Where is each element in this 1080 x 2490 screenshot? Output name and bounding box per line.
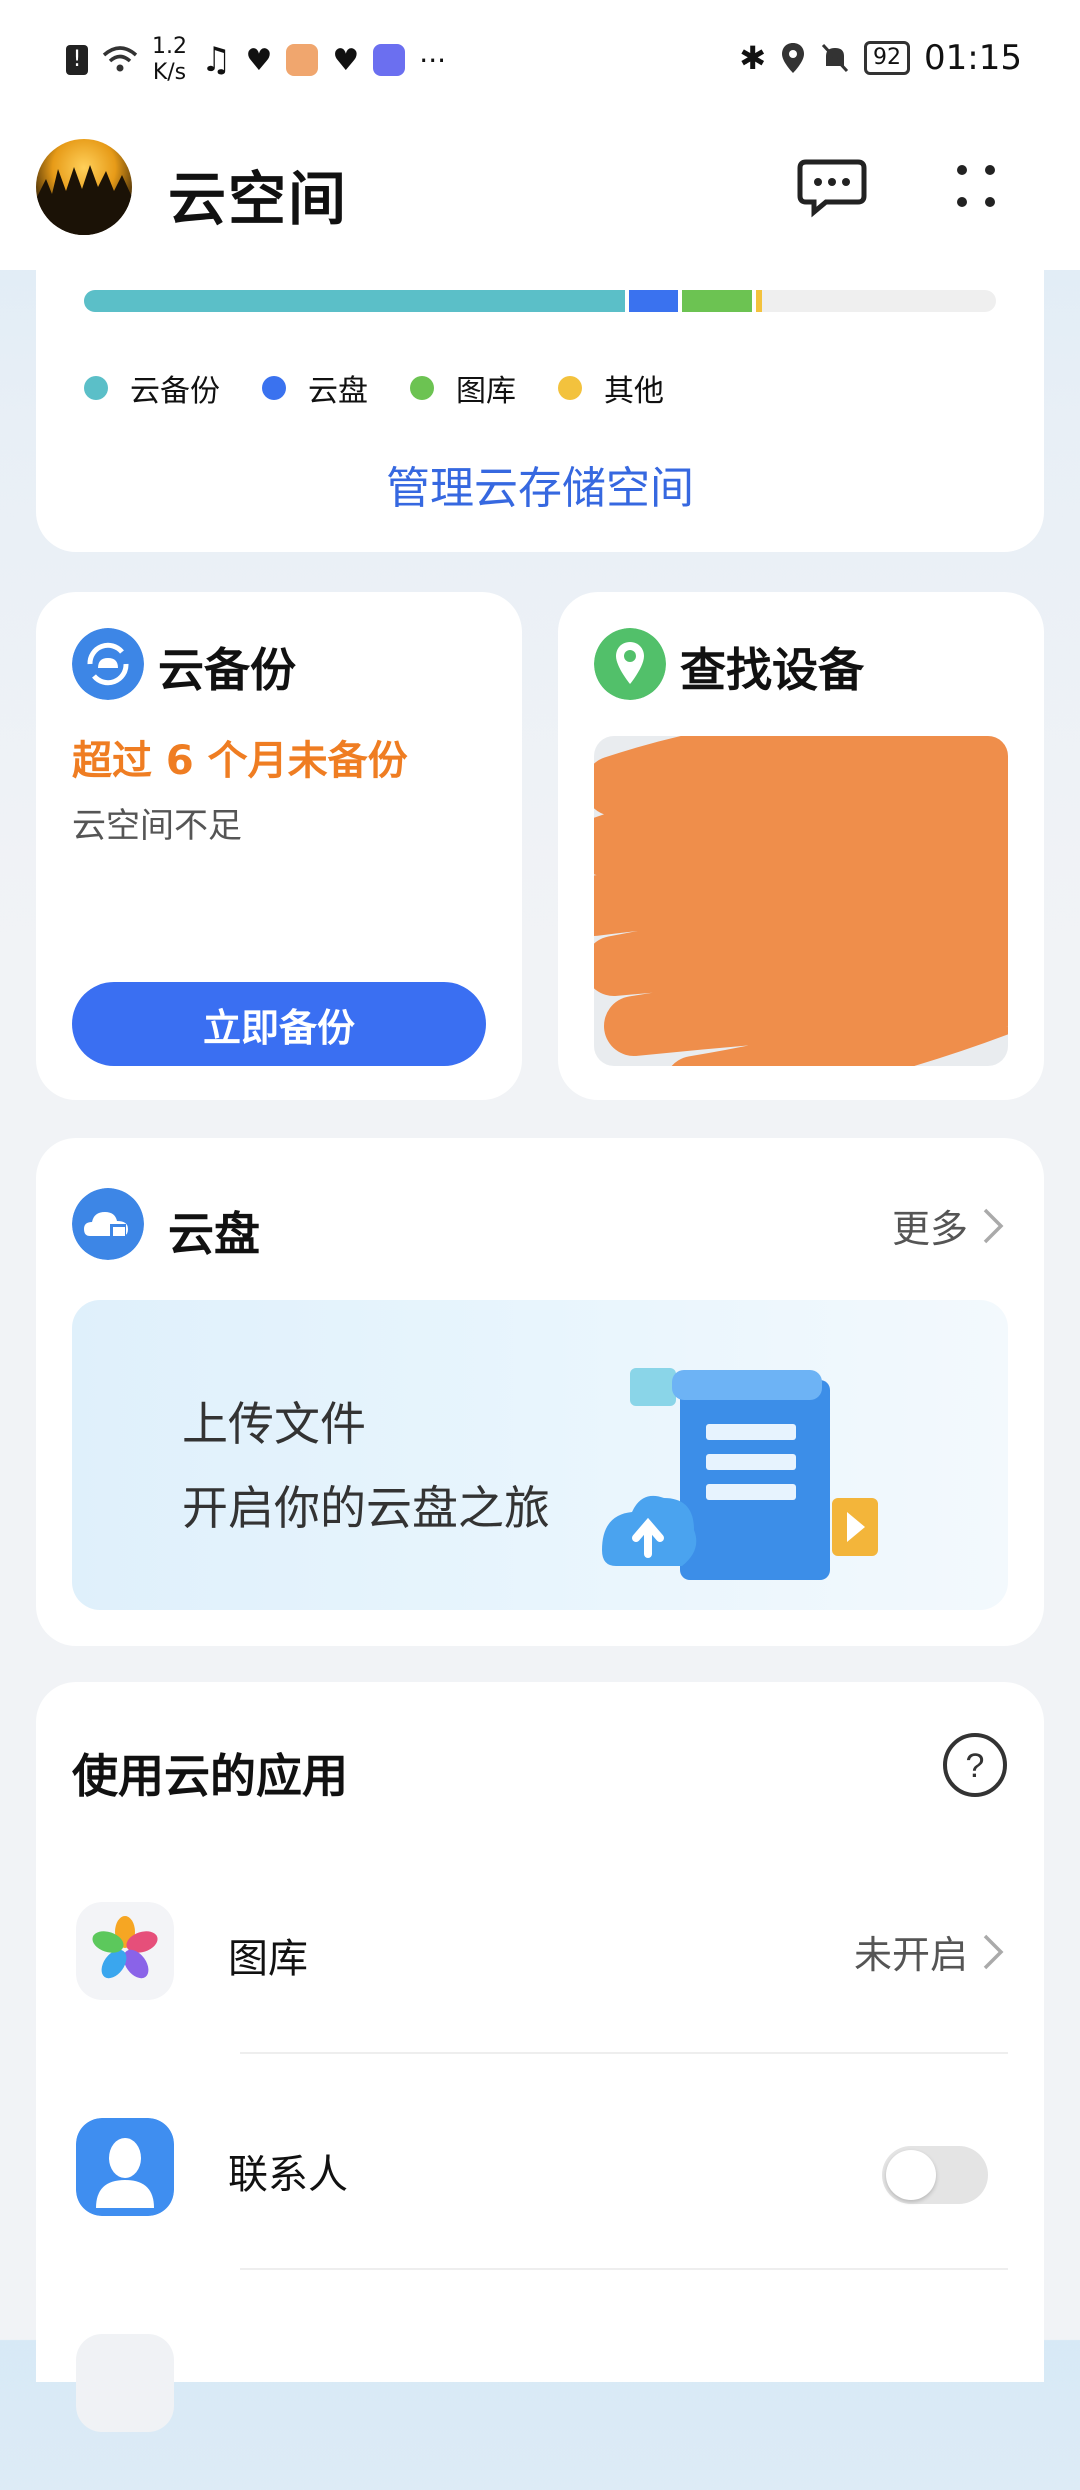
more-menu-icon[interactable]: [940, 150, 1012, 222]
cloud-drive-title: 云盘: [168, 1207, 260, 1261]
backup-now-button[interactable]: 立即备份: [72, 982, 486, 1066]
app-name-contacts: 联系人: [228, 2152, 348, 2198]
upload-illustration: [602, 1368, 878, 1580]
app-header: 云空间: [0, 120, 1080, 270]
net-speed: 1.2 K/s: [152, 34, 187, 85]
music-icon: ♫: [201, 40, 232, 80]
legend-backup: 云备份: [84, 366, 220, 410]
status-bar: ! 1.2 K/s ♫ ♥ ♥ ··· ✱ 92 01:15: [0, 0, 1080, 120]
cloud-drive-icon: [72, 1188, 144, 1260]
wifi-icon: [102, 46, 138, 72]
manage-storage-link[interactable]: 管理云存储空间: [36, 452, 1044, 516]
message-icon[interactable]: [796, 150, 868, 222]
alert-icon: !: [66, 45, 88, 75]
clock: 01:15: [924, 38, 1022, 78]
gallery-status[interactable]: 未开启: [854, 1924, 1004, 1979]
backup-subtitle: 云空间不足: [72, 806, 242, 846]
app-row-next[interactable]: [36, 2290, 1044, 2490]
backup-title: 云备份: [158, 643, 296, 697]
help-icon[interactable]: ?: [942, 1732, 1008, 1798]
device-map[interactable]: [594, 736, 1008, 1066]
legend-other: 其他: [558, 366, 664, 410]
gallery-app-icon: [76, 1902, 174, 2000]
find-device-card[interactable]: 查找设备: [558, 592, 1044, 1100]
contacts-app-icon: [76, 2118, 174, 2216]
page-title: 云空间: [168, 165, 349, 233]
backup-warning: 超过 6 个月未备份: [72, 738, 408, 784]
education-app-icon: [373, 44, 406, 76]
battery-indicator: 92: [864, 41, 911, 75]
chevron-right-icon: [983, 1934, 1004, 1969]
app-icon-partial: [76, 2334, 174, 2432]
chat-app-icon: [286, 44, 319, 76]
bar-segment-other: [756, 290, 762, 312]
chevron-right-icon: [983, 1208, 1004, 1243]
legend-drive: 云盘: [262, 366, 368, 410]
location-icon: [782, 43, 805, 73]
upload-banner[interactable]: 上传文件 开启你的云盘之旅: [72, 1300, 1008, 1610]
location-pin-icon: [594, 628, 666, 700]
redaction-scribble: [594, 736, 1008, 1066]
health-icon: ♥: [245, 42, 273, 78]
svg-text:?: ?: [966, 1747, 985, 1785]
banner-line-1: 上传文件: [182, 1397, 366, 1451]
storage-legend: 云备份 云盘 图库 其他: [84, 366, 664, 410]
toggle-knob: [886, 2150, 936, 2200]
find-device-title: 查找设备: [680, 643, 864, 697]
bar-segment-backup: [84, 290, 625, 312]
mute-bell-icon: [821, 43, 849, 73]
apps-using-cloud-card: 使用云的应用 ? 图库 未开启 联系人: [36, 1682, 1044, 2432]
legend-gallery: 图库: [410, 366, 516, 410]
app-row-contacts[interactable]: 联系人: [36, 2074, 1044, 2274]
storage-card: 云备份 云盘 图库 其他 管理云存储空间: [36, 270, 1044, 552]
avatar[interactable]: [36, 139, 132, 235]
cloud-backup-icon: [72, 628, 144, 700]
bar-segment-gallery: [682, 290, 752, 312]
divider: [240, 2052, 1008, 2054]
storage-usage-bar: [84, 290, 996, 312]
divider: [240, 2268, 1008, 2270]
more-link[interactable]: 更多: [892, 1198, 1004, 1253]
health-icon-2: ♥: [332, 42, 360, 78]
avatar-image: [36, 165, 132, 235]
app-name-gallery: 图库: [228, 1936, 308, 1982]
more-notifications-icon: ···: [419, 43, 446, 77]
banner-line-2: 开启你的云盘之旅: [182, 1481, 550, 1535]
app-row-gallery[interactable]: 图库 未开启: [36, 1858, 1044, 2058]
backup-card[interactable]: 云备份 超过 6 个月未备份 云空间不足 立即备份: [36, 592, 522, 1100]
bluetooth-icon: ✱: [739, 39, 767, 77]
bar-segment-drive: [629, 290, 678, 312]
contacts-sync-toggle[interactable]: [882, 2146, 988, 2204]
apps-section-title: 使用云的应用: [72, 1749, 348, 1803]
cloud-drive-card: 云盘 更多 上传文件 开启你的云盘之旅: [36, 1138, 1044, 1646]
